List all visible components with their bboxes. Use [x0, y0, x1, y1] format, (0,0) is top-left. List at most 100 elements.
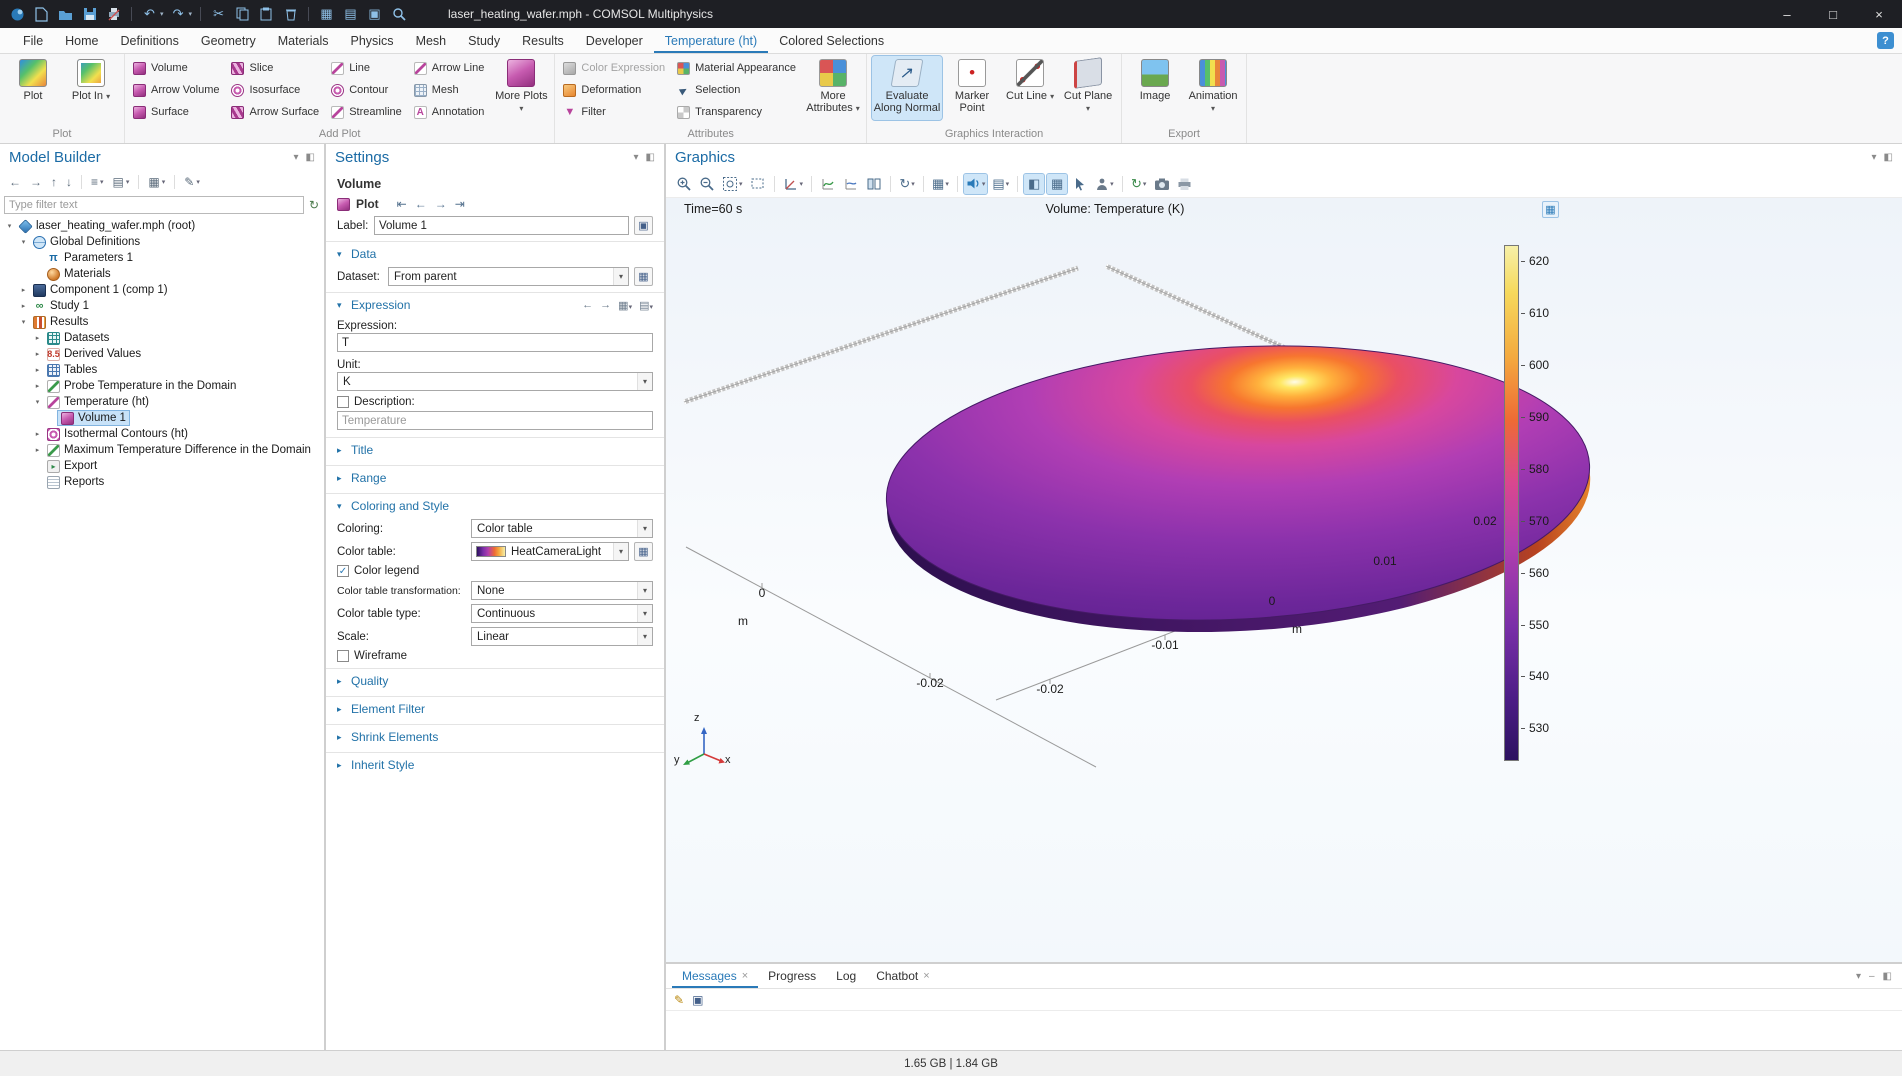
line-button[interactable]: Line	[328, 57, 409, 79]
flip-view-icon[interactable]	[864, 174, 884, 194]
marker-point-button[interactable]: • Marker Point	[944, 56, 1000, 120]
tree-item-parameters[interactable]: πParameters 1	[0, 250, 324, 266]
streamline-button[interactable]: Streamline	[328, 101, 409, 123]
close-tab-icon[interactable]: ×	[923, 970, 929, 982]
table-type-dropdown[interactable]: Continuous▾	[471, 604, 653, 623]
annotation-button[interactable]: AAnnotation	[411, 101, 492, 123]
new-file-icon[interactable]	[32, 5, 51, 24]
contour-button[interactable]: Contour	[328, 79, 409, 101]
transformation-dropdown[interactable]: None▾	[471, 581, 653, 600]
redo-icon[interactable]: ↷	[169, 5, 188, 24]
cut-plane-button[interactable]: Cut Plane ▾	[1060, 56, 1116, 120]
tree-columns-button[interactable]: ▦▾	[148, 175, 165, 189]
tree-item-reports[interactable]: Reports	[0, 474, 324, 490]
plot-next-icon[interactable]: →	[435, 197, 447, 211]
print-icon[interactable]	[104, 5, 123, 24]
tab-home[interactable]: Home	[54, 28, 109, 53]
tab-developer[interactable]: Developer	[575, 28, 654, 53]
go-to-default-view-icon[interactable]: ▾	[781, 174, 806, 194]
select-entities-icon[interactable]	[1070, 174, 1090, 194]
close-button[interactable]: ×	[1856, 0, 1902, 28]
replace-expression-button[interactable]: ▦▾	[618, 299, 632, 312]
tab-temperature-ht[interactable]: Temperature (ht)	[654, 28, 768, 53]
section-quality[interactable]: ▸ Quality	[326, 668, 664, 692]
plot-along-line-icon[interactable]	[818, 174, 838, 194]
plot-previous-icon[interactable]: ←	[415, 197, 427, 211]
tree-item-datasets[interactable]: ▸Datasets	[0, 330, 324, 346]
chevron-expanded-icon[interactable]: ▾	[4, 222, 15, 230]
float-panel-icon[interactable]: ◧	[646, 152, 655, 163]
tab-log[interactable]: Log	[826, 964, 866, 988]
maximize-button[interactable]: □	[1810, 0, 1856, 28]
panel-menu-caret-icon[interactable]: ▾	[1872, 152, 1877, 163]
chevron-collapsed-icon[interactable]: ▸	[18, 302, 29, 310]
unit-dropdown[interactable]: K▾	[337, 372, 653, 391]
minimize-button[interactable]: –	[1764, 0, 1810, 28]
evaluate-along-normal-button[interactable]: ↗ Evaluate Along Normal	[872, 56, 942, 120]
tab-results[interactable]: Results	[511, 28, 575, 53]
section-expression[interactable]: ▾ Expression ← → ▦▾ ▤▾	[326, 292, 664, 316]
move-down-icon[interactable]: ↓	[66, 175, 72, 189]
tree-item-temperature-ht[interactable]: ▾Temperature (ht)	[0, 394, 324, 410]
description-checkbox[interactable]	[337, 396, 349, 408]
tab-progress[interactable]: Progress	[758, 964, 826, 988]
section-element-filter[interactable]: ▸ Element Filter	[326, 696, 664, 720]
model-tools-button[interactable]: ✎▾	[184, 175, 200, 189]
close-tab-icon[interactable]: ×	[742, 970, 748, 982]
chevron-collapsed-icon[interactable]: ▸	[32, 430, 43, 438]
tree-item-tables[interactable]: ▸Tables	[0, 362, 324, 378]
plot-area[interactable]: Time=60 s Volume: Temperature (K) 0 m -0…	[666, 198, 1902, 962]
panel-menu-caret-icon[interactable]: ▾	[294, 152, 299, 163]
tree-item-probe-temperature[interactable]: ▸Probe Temperature in the Domain	[0, 378, 324, 394]
chevron-collapsed-icon[interactable]: ▸	[32, 350, 43, 358]
parameters-table-icon[interactable]: ▦	[317, 5, 336, 24]
more-attributes-button[interactable]: More Attributes ▾	[805, 56, 861, 120]
chevron-collapsed-icon[interactable]: ▸	[32, 334, 43, 342]
filter-button[interactable]: ▼Filter	[560, 101, 672, 123]
section-shrink-elements[interactable]: ▸ Shrink Elements	[326, 724, 664, 748]
tree-item-export[interactable]: ▸Export	[0, 458, 324, 474]
cut-line-button[interactable]: Cut Line ▾	[1002, 56, 1058, 120]
zoom-out-icon[interactable]	[697, 174, 717, 194]
coloring-dropdown[interactable]: Color table▾	[471, 519, 653, 538]
expression-input[interactable]	[337, 333, 653, 352]
undo-icon[interactable]: ↶	[140, 5, 159, 24]
tab-mesh[interactable]: Mesh	[405, 28, 458, 53]
delete-icon[interactable]	[281, 5, 300, 24]
messages-content[interactable]	[666, 1011, 1902, 1050]
tree-item-global-definitions[interactable]: ▾Global Definitions	[0, 234, 324, 250]
arrow-line-button[interactable]: Arrow Line	[411, 57, 492, 79]
scale-dropdown[interactable]: Linear▾	[471, 627, 653, 646]
zoom-extents-icon[interactable]: ▾	[720, 174, 745, 194]
transparency-button[interactable]: Transparency	[674, 101, 803, 123]
arrow-surface-button[interactable]: Arrow Surface	[228, 101, 326, 123]
tree-item-results[interactable]: ▾Results	[0, 314, 324, 330]
tree-item-derived-values[interactable]: ▸8.5Derived Values	[0, 346, 324, 362]
tab-chatbot[interactable]: Chatbot×	[866, 964, 939, 988]
section-coloring-and-style[interactable]: ▾ Coloring and Style	[326, 493, 664, 517]
undo-caret-icon[interactable]: ▾	[160, 10, 164, 18]
volume-plot-button[interactable]: Volume	[130, 57, 226, 79]
material-appearance-button[interactable]: Material Appearance	[674, 57, 803, 79]
dataset-dropdown[interactable]: From parent▾	[388, 267, 629, 286]
chevron-expanded-icon[interactable]: ▾	[32, 398, 43, 406]
tree-item-root[interactable]: ▾laser_heating_wafer.mph (root)	[0, 218, 324, 234]
tree-item-isothermal-contours[interactable]: ▸Isothermal Contours (ht)	[0, 426, 324, 442]
window-layout-icon[interactable]: ▤▾	[990, 174, 1011, 194]
label-input[interactable]	[374, 216, 629, 235]
tree-item-study[interactable]: ▸∞Study 1	[0, 298, 324, 314]
mesh-plot-button[interactable]: Mesh	[411, 79, 492, 101]
section-title[interactable]: ▸ Title	[326, 437, 664, 461]
selection-button[interactable]: ▶Selection	[674, 79, 803, 101]
tree-item-component[interactable]: ▸Component 1 (comp 1)	[0, 282, 324, 298]
panel-menu-caret-icon[interactable]: ▾	[1856, 971, 1861, 982]
snapshot-icon[interactable]	[1152, 174, 1172, 194]
plot-properties-icon[interactable]: ▦	[1542, 201, 1559, 218]
float-panel-icon[interactable]: ◧	[1884, 152, 1893, 163]
tab-geometry[interactable]: Geometry	[190, 28, 267, 53]
slice-button[interactable]: Slice	[228, 57, 326, 79]
scene-settings-icon[interactable]: ▦▾	[930, 174, 951, 194]
arrow-volume-button[interactable]: Arrow Volume	[130, 79, 226, 101]
copy-messages-icon[interactable]: ▣	[692, 993, 703, 1007]
search-icon[interactable]	[389, 5, 408, 24]
